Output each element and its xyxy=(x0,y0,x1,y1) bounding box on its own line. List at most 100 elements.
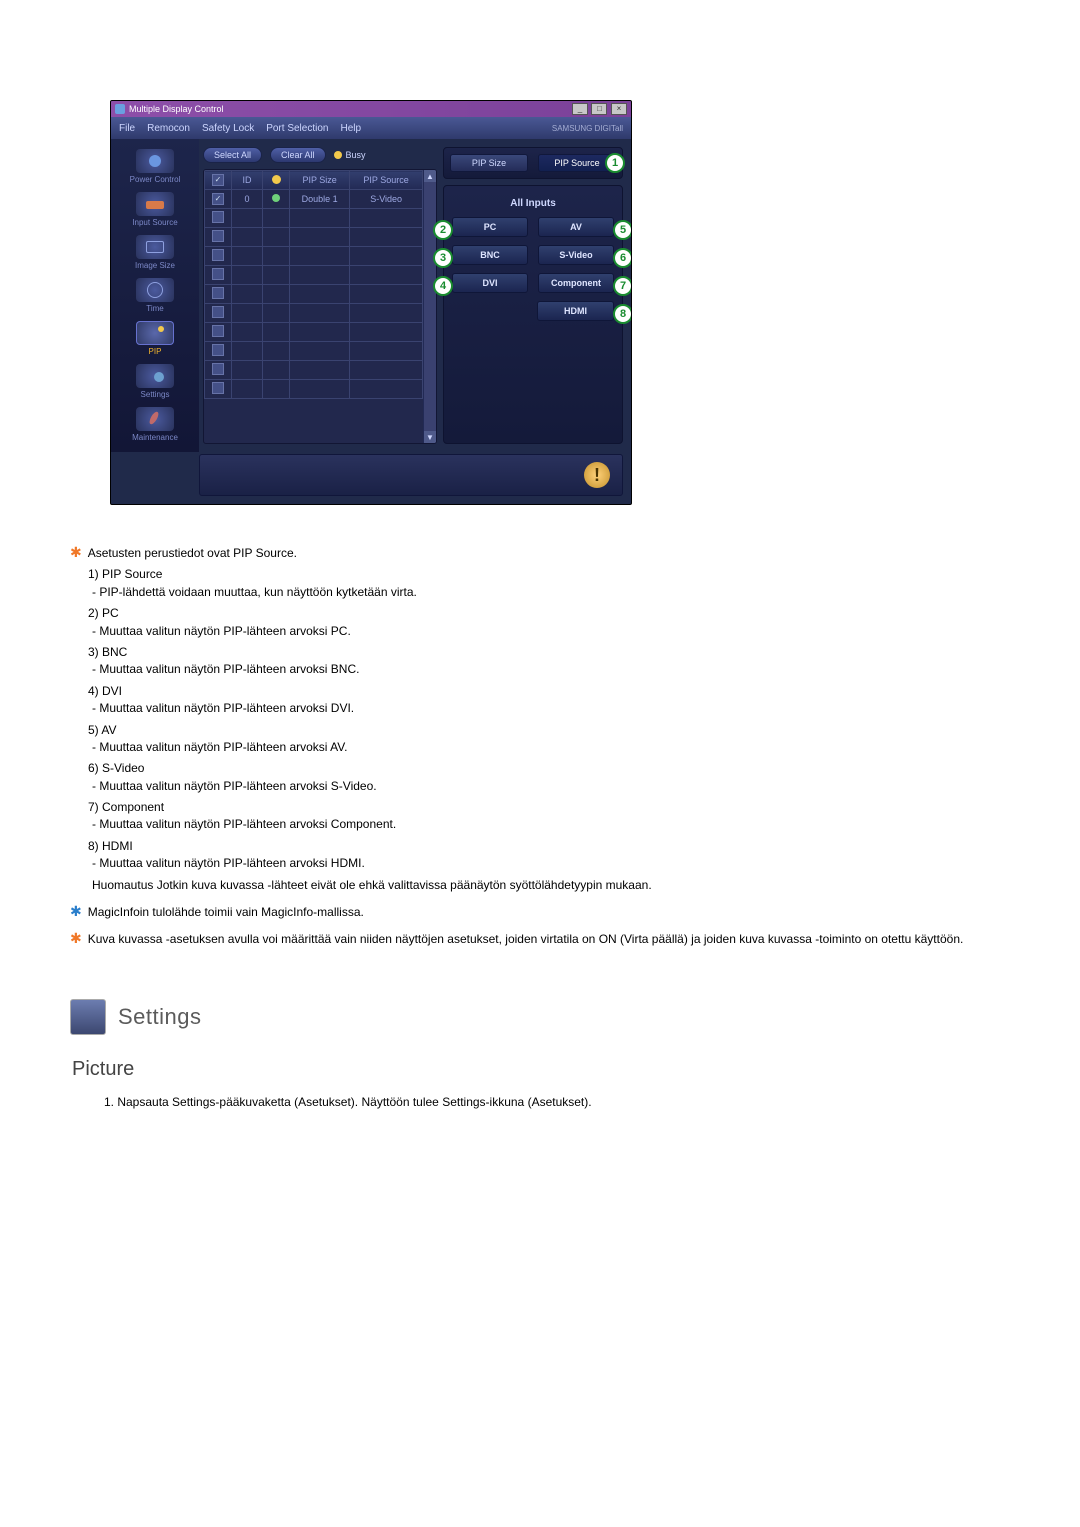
settings-section-icon xyxy=(70,999,106,1035)
row-checkbox[interactable] xyxy=(212,193,224,205)
minimize-button[interactable]: _ xyxy=(572,103,588,115)
header-checkbox[interactable] xyxy=(212,174,224,186)
sidebar-item-label: PIP xyxy=(149,347,162,356)
list-item-title: 3) BNC xyxy=(88,644,1010,661)
sidebar-item-label: Power Control xyxy=(130,175,181,184)
input-label: PC xyxy=(484,222,497,232)
display-grid: ID PIP Size PIP Source 0 Double 1 xyxy=(204,170,423,443)
cell-pip-source: S-Video xyxy=(350,190,423,209)
table-row[interactable] xyxy=(205,228,423,247)
callout-4: 4 xyxy=(433,276,453,296)
sidebar-item-maintenance[interactable]: Maintenance xyxy=(120,407,190,442)
cell-id: 0 xyxy=(232,190,263,209)
table-row[interactable] xyxy=(205,209,423,228)
image-size-icon xyxy=(136,235,174,259)
menu-remocon[interactable]: Remocon xyxy=(147,123,190,134)
list-item-title: 4) DVI xyxy=(88,683,1010,700)
row-checkbox[interactable] xyxy=(212,268,224,280)
settings-icon xyxy=(136,364,174,388)
row-checkbox[interactable] xyxy=(212,211,224,223)
clear-all-button[interactable]: Clear All xyxy=(270,147,326,163)
sidebar-item-pip[interactable]: PIP xyxy=(120,321,190,356)
col-status-icon xyxy=(263,171,290,190)
sidebar-item-label: Input Source xyxy=(132,218,177,227)
list-item-title: 8) HDMI xyxy=(88,838,1010,855)
list-item-title: 5) AV xyxy=(88,722,1010,739)
sidebar-item-image-size[interactable]: Image Size xyxy=(120,235,190,270)
input-component[interactable]: Component 7 xyxy=(538,273,614,293)
row-checkbox[interactable] xyxy=(212,230,224,242)
list-item-desc: - Muuttaa valitun näytön PIP-lähteen arv… xyxy=(92,855,1010,872)
select-all-button[interactable]: Select All xyxy=(203,147,262,163)
scroll-down-icon[interactable]: ▼ xyxy=(424,431,436,443)
star-icon: ✱ xyxy=(70,931,82,948)
table-row[interactable] xyxy=(205,304,423,323)
titlebar: Multiple Display Control _ □ × xyxy=(111,101,631,117)
col-id: ID xyxy=(232,171,263,190)
sidebar-item-label: Image Size xyxy=(135,261,175,270)
col-pip-source: PIP Source xyxy=(350,171,423,190)
table-row[interactable] xyxy=(205,285,423,304)
row-checkbox[interactable] xyxy=(212,344,224,356)
row-checkbox[interactable] xyxy=(212,287,224,299)
scrollbar[interactable]: ▲ ▼ xyxy=(423,170,436,443)
note-text: Huomautus Jotkin kuva kuvassa -lähteet e… xyxy=(92,877,1010,894)
table-row[interactable] xyxy=(205,247,423,266)
row-checkbox[interactable] xyxy=(212,382,224,394)
list-item-desc: - Muuttaa valitun näytön PIP-lähteen arv… xyxy=(92,778,1010,795)
list-item-desc: - Muuttaa valitun näytön PIP-lähteen arv… xyxy=(92,700,1010,717)
row-checkbox[interactable] xyxy=(212,325,224,337)
status-dot-icon xyxy=(272,194,280,202)
description-list: 1) PIP Source- PIP-lähdettä voidaan muut… xyxy=(88,566,1010,872)
sidebar-item-settings[interactable]: Settings xyxy=(120,364,190,399)
sidebar-item-input-source[interactable]: Input Source xyxy=(120,192,190,227)
maximize-button[interactable]: □ xyxy=(591,103,607,115)
input-av[interactable]: AV 5 xyxy=(538,217,614,237)
input-label: DVI xyxy=(482,278,497,288)
busy-label: Busy xyxy=(346,150,366,160)
table-row[interactable] xyxy=(205,342,423,361)
list-item-title: 7) Component xyxy=(88,799,1010,816)
table-row[interactable]: 0 Double 1 S-Video xyxy=(205,190,423,209)
table-row[interactable] xyxy=(205,266,423,285)
table-row[interactable] xyxy=(205,361,423,380)
maintenance-icon xyxy=(136,407,174,431)
input-dvi[interactable]: DVI 4 xyxy=(452,273,528,293)
close-button[interactable]: × xyxy=(611,103,627,115)
list-item-desc: - Muuttaa valitun näytön PIP-lähteen arv… xyxy=(92,739,1010,756)
time-icon xyxy=(136,278,174,302)
table-row[interactable] xyxy=(205,380,423,399)
sidebar-item-time[interactable]: Time xyxy=(120,278,190,313)
col-pip-size: PIP Size xyxy=(290,171,350,190)
row-checkbox[interactable] xyxy=(212,249,224,261)
input-bnc[interactable]: BNC 3 xyxy=(452,245,528,265)
input-label: S-Video xyxy=(559,250,592,260)
menu-file[interactable]: File xyxy=(119,123,135,134)
window-buttons: _ □ × xyxy=(571,103,627,115)
menu-port-selection[interactable]: Port Selection xyxy=(266,123,328,134)
seg-pip-source-label: PIP Source xyxy=(554,158,599,168)
power-icon xyxy=(136,149,174,173)
picture-heading: Picture xyxy=(72,1055,1010,1084)
input-pc[interactable]: PC 2 xyxy=(452,217,528,237)
seg-pip-source[interactable]: PIP Source 1 xyxy=(538,154,616,172)
seg-pip-size[interactable]: PIP Size xyxy=(450,154,528,172)
all-inputs-header: All Inputs xyxy=(452,198,614,209)
warning-icon: ! xyxy=(584,462,610,488)
callout-8: 8 xyxy=(613,304,632,324)
menu-safety-lock[interactable]: Safety Lock xyxy=(202,123,254,134)
window-title: Multiple Display Control xyxy=(129,104,224,114)
list-item-title: 6) S-Video xyxy=(88,760,1010,777)
callout-1: 1 xyxy=(605,153,625,173)
scroll-up-icon[interactable]: ▲ xyxy=(424,170,436,182)
table-row[interactable] xyxy=(205,323,423,342)
row-checkbox[interactable] xyxy=(212,363,224,375)
input-svideo[interactable]: S-Video 6 xyxy=(538,245,614,265)
menu-help[interactable]: Help xyxy=(340,123,361,134)
row-checkbox[interactable] xyxy=(212,306,224,318)
input-hdmi[interactable]: HDMI 8 xyxy=(537,301,614,321)
list-item-desc: - Muuttaa valitun näytön PIP-lähteen arv… xyxy=(92,623,1010,640)
input-label: BNC xyxy=(480,250,500,260)
sidebar-item-power-control[interactable]: Power Control xyxy=(120,149,190,184)
settings-section-header: Settings xyxy=(70,999,1010,1035)
